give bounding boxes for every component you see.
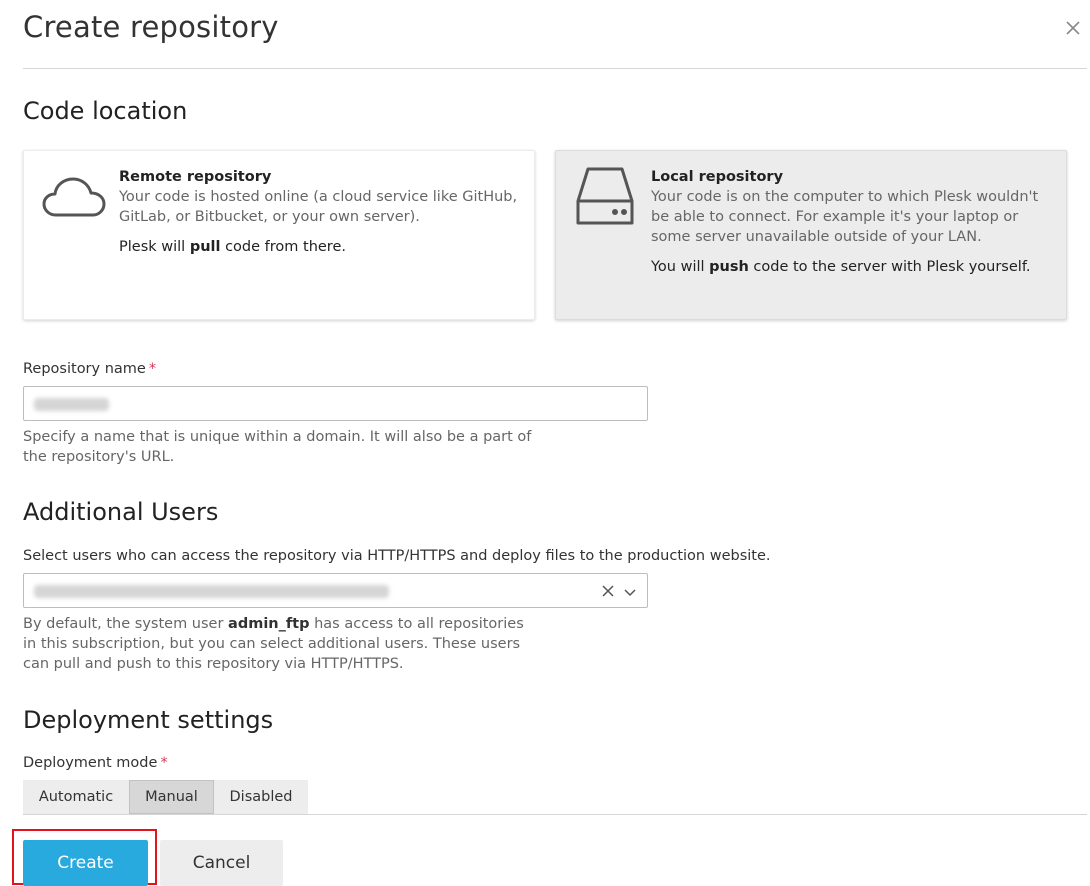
clear-icon[interactable]	[600, 583, 616, 599]
dialog-title: Create repository	[23, 10, 279, 44]
mode-automatic-button[interactable]: Automatic	[23, 780, 129, 814]
code-location-heading: Code location	[23, 97, 188, 125]
additional-users-heading: Additional Users	[23, 498, 219, 526]
deployment-settings-heading: Deployment settings	[23, 706, 274, 734]
required-marker: *	[148, 361, 157, 377]
additional-users-label: Select users who can access the reposito…	[23, 548, 771, 564]
required-marker: *	[160, 755, 168, 771]
cloud-icon	[42, 177, 106, 217]
deployment-mode-label: Deployment mode *	[23, 755, 168, 771]
close-icon	[1066, 21, 1080, 35]
local-repository-note: You will push code to the server with Pl…	[651, 259, 1031, 275]
footer-divider	[23, 814, 1087, 815]
redacted-value	[34, 398, 109, 411]
local-repository-description: Your code is on the computer to which Pl…	[651, 189, 1039, 245]
remote-repository-note: Plesk will pull code from there.	[119, 239, 346, 255]
create-button[interactable]: Create	[23, 840, 148, 886]
close-button[interactable]	[1060, 15, 1086, 41]
additional-users-select[interactable]	[23, 573, 648, 608]
remote-repository-description: Your code is hosted online (a cloud serv…	[119, 189, 518, 225]
additional-users-hint: By default, the system user admin_ftp ha…	[23, 616, 524, 672]
local-repository-card[interactable]: Local repository Your code is on the com…	[555, 150, 1067, 320]
hard-drive-icon	[576, 167, 634, 225]
title-divider	[23, 68, 1087, 69]
redacted-selected-users	[34, 585, 389, 598]
repository-name-input[interactable]	[23, 386, 648, 421]
remote-repository-title: Remote repository	[119, 169, 272, 185]
mode-manual-button[interactable]: Manual	[129, 780, 214, 814]
remote-repository-card[interactable]: Remote repository Your code is hosted on…	[23, 150, 535, 320]
local-repository-title: Local repository	[651, 169, 784, 185]
repository-name-label: Repository name *	[23, 361, 157, 377]
mode-disabled-button[interactable]: Disabled	[214, 780, 308, 814]
chevron-down-icon[interactable]	[622, 584, 638, 600]
repository-name-hint: Specify a name that is unique within a d…	[23, 429, 532, 465]
cancel-button[interactable]: Cancel	[160, 840, 283, 886]
